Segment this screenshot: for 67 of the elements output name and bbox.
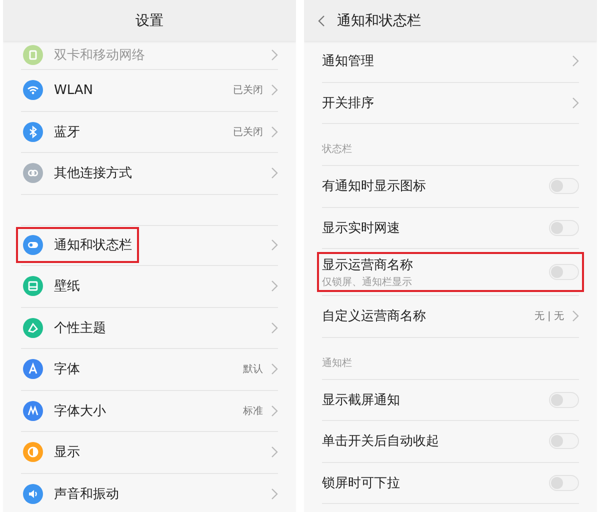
back-icon[interactable] [318, 14, 325, 26]
setting-label[interactable]: 字体大小 [54, 402, 106, 420]
setting-value: 无 | 无 [534, 310, 564, 324]
screen-title: 设置 [136, 12, 164, 30]
setting-label[interactable]: 锁屏时可下拉 [322, 474, 549, 492]
setting-row[interactable]: 锁屏时可下拉 [317, 466, 584, 500]
setting-label[interactable]: 声音和振动 [54, 484, 119, 503]
setting-row[interactable]: 声音和振动 [16, 476, 126, 512]
setting-row[interactable]: 有通知时显示图标 [317, 169, 584, 204]
setting-row[interactable]: 个性主题 [16, 310, 113, 346]
setting-label[interactable]: 壁纸 [54, 277, 80, 296]
setting-description: 仅锁屏、通知栏显示 [322, 276, 413, 288]
setting-row[interactable]: 显示 [16, 434, 87, 470]
chevron-icon [572, 310, 579, 322]
chevron-icon [572, 55, 579, 68]
setting-value: 已关闭 [233, 84, 263, 98]
setting-row[interactable]: 显示截屏通知 [317, 382, 584, 417]
chevron-icon [271, 167, 278, 180]
setting-label[interactable]: 通知管理 [322, 52, 572, 70]
setting-label[interactable]: 有通知时显示图标 [322, 177, 549, 196]
setting-label[interactable]: 蓝牙 [54, 122, 80, 141]
setting-label[interactable]: 其他连接方式 [54, 164, 132, 182]
toggle-switch[interactable] [549, 220, 579, 236]
toggle-switch[interactable] [549, 474, 579, 491]
setting-label[interactable]: 显示截屏通知 [322, 390, 549, 409]
setting-label[interactable]: 个性主题 [54, 318, 106, 337]
chevron-icon [271, 49, 278, 61]
section-header: 通知栏 [322, 356, 352, 370]
setting-label[interactable]: WLAN [54, 82, 94, 98]
chevron-icon [572, 96, 579, 109]
setting-value: 标准 [243, 404, 263, 418]
toggle-switch[interactable] [549, 178, 579, 194]
chevron-icon [271, 84, 278, 96]
setting-label[interactable]: 自定义运营商名称 [322, 307, 534, 326]
setting-row[interactable]: 通知管理 [317, 44, 584, 78]
setting-row[interactable]: 开关排序 [317, 86, 584, 120]
setting-label[interactable]: 通知和状态栏 [54, 236, 132, 254]
setting-row[interactable]: 壁纸 [16, 268, 87, 304]
setting-row[interactable]: 其他连接方式 [16, 155, 139, 192]
chevron-icon [271, 363, 278, 376]
setting-row[interactable]: 自定义运营商名称 无 | 无 [317, 299, 584, 334]
screen-title: 通知和状态栏 [337, 12, 421, 30]
chevron-icon [271, 446, 278, 458]
chevron-icon [271, 126, 278, 138]
chevron-icon [271, 322, 278, 334]
chevron-icon [271, 280, 278, 292]
setting-row[interactable]: 单击开关后自动收起 [317, 424, 584, 458]
setting-label[interactable]: 字体 [54, 360, 80, 378]
setting-row[interactable]: 蓝牙 [16, 114, 87, 150]
setting-label[interactable]: 单击开关后自动收起 [322, 432, 549, 450]
setting-row[interactable]: 字体大小 [16, 392, 113, 429]
setting-label[interactable]: 开关排序 [322, 94, 572, 112]
chevron-icon [271, 239, 278, 252]
setting-value: 默认 [243, 363, 263, 376]
setting-label[interactable]: 显示运营商名称 [322, 256, 549, 274]
toggle-switch[interactable] [549, 392, 579, 408]
setting-row[interactable]: 字体 [16, 351, 87, 388]
chevron-icon [271, 404, 278, 417]
setting-row[interactable]: WLAN [16, 72, 100, 108]
section-header: 状态栏 [322, 142, 352, 156]
setting-row[interactable]: 显示实时网速 [317, 210, 584, 245]
setting-value: 已关闭 [233, 126, 263, 139]
toggle-switch[interactable] [549, 264, 579, 280]
toggle-switch[interactable] [549, 433, 579, 450]
setting-label[interactable]: 显示 [54, 443, 80, 462]
chevron-icon [271, 488, 278, 500]
setting-label[interactable]: 显示实时网速 [322, 218, 549, 237]
